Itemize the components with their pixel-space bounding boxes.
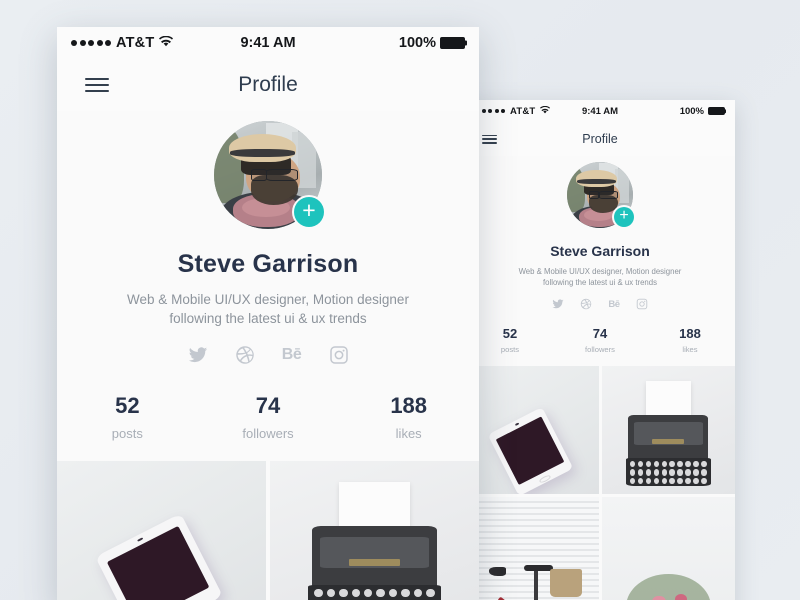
social-links: Bē xyxy=(57,345,479,365)
stat-followers[interactable]: 74 followers xyxy=(198,393,339,441)
profile-name: Steve Garrison xyxy=(550,243,650,259)
photo-typewriter[interactable] xyxy=(270,461,479,600)
status-bar-right: 100% xyxy=(680,106,725,117)
stat-followers[interactable]: 74 followers xyxy=(555,326,645,354)
photo-flowers[interactable] xyxy=(601,497,735,600)
stat-label: followers xyxy=(242,426,294,441)
hamburger-menu-icon[interactable] xyxy=(482,134,497,144)
profile-section: + Steve Garrison Web & Mobile UI/UX desi… xyxy=(465,156,735,366)
page-title: Profile xyxy=(582,132,618,146)
stat-label: likes xyxy=(395,426,422,441)
screenshot-stage: AT&T 9:41 AM 100% Profile + Steve Garris… xyxy=(0,0,800,600)
photo-typewriter[interactable] xyxy=(601,366,735,494)
photo-phone[interactable] xyxy=(57,461,266,600)
carrier-label: AT&T xyxy=(116,35,155,51)
stat-label: posts xyxy=(111,426,143,441)
page-title: Profile xyxy=(238,73,298,96)
stat-value: 74 xyxy=(592,326,608,341)
battery-percentage-label: 100% xyxy=(398,35,436,51)
status-bar: AT&T 9:41 AM 100% xyxy=(465,100,735,122)
instagram-icon[interactable] xyxy=(329,345,349,365)
signal-strength-icon xyxy=(71,40,111,46)
hamburger-menu-icon[interactable] xyxy=(85,78,109,92)
photo-grid xyxy=(465,366,735,600)
carrier-label: AT&T xyxy=(510,105,536,117)
social-links: Bē xyxy=(465,298,735,310)
phone-mockup-primary: AT&T 9:41 AM 100% Profile + Steve Garris… xyxy=(57,27,479,600)
stat-label: likes xyxy=(682,345,698,354)
avatar-wrapper: + xyxy=(214,121,324,229)
battery-full-icon xyxy=(708,107,725,115)
profile-bio: Web & Mobile UI/UX designer, Motion desi… xyxy=(465,266,735,288)
plus-icon: + xyxy=(619,206,629,224)
nav-bar: Profile xyxy=(465,122,735,156)
status-bar: AT&T 9:41 AM 100% xyxy=(57,27,479,59)
status-bar-left: AT&T xyxy=(475,105,551,117)
add-photo-button[interactable]: + xyxy=(294,197,324,227)
plus-icon: + xyxy=(302,197,316,223)
profile-bio-line-2: following the latest ui & ux trends xyxy=(543,278,657,287)
profile-bio-line-1: Web & Mobile UI/UX designer, Motion desi… xyxy=(518,267,682,276)
status-bar-right: 100% xyxy=(399,35,465,51)
dribbble-icon[interactable] xyxy=(580,298,592,310)
photo-bicycle[interactable] xyxy=(465,497,599,600)
nav-bar: Profile xyxy=(57,59,479,111)
instagram-icon[interactable] xyxy=(636,298,648,310)
stat-likes[interactable]: 188 likes xyxy=(645,326,735,354)
behance-icon[interactable]: Bē xyxy=(608,298,620,310)
stat-value: 188 xyxy=(679,326,701,341)
twitter-icon[interactable] xyxy=(552,298,564,310)
avatar-wrapper: + xyxy=(567,162,634,228)
twitter-icon[interactable] xyxy=(188,345,208,365)
profile-section: + Steve Garrison Web & Mobile UI/UX desi… xyxy=(57,111,479,461)
stat-value: 188 xyxy=(390,393,428,418)
profile-name: Steve Garrison xyxy=(177,250,359,278)
stat-value: 52 xyxy=(115,393,140,418)
behance-icon[interactable]: Bē xyxy=(282,345,302,365)
signal-strength-icon xyxy=(475,109,505,113)
dribbble-icon[interactable] xyxy=(235,345,255,365)
profile-bio-line-2: following the latest ui & ux trends xyxy=(169,311,367,326)
photo-phone[interactable] xyxy=(465,366,599,494)
photo-grid xyxy=(57,461,479,600)
stats-row: 52 posts 74 followers 188 likes xyxy=(57,393,479,461)
add-photo-button[interactable]: + xyxy=(614,207,634,227)
profile-bio: Web & Mobile UI/UX designer, Motion desi… xyxy=(57,290,479,328)
profile-bio-line-1: Web & Mobile UI/UX designer, Motion desi… xyxy=(127,292,409,307)
stat-label: followers xyxy=(585,345,615,354)
wifi-icon xyxy=(159,35,174,51)
stat-likes[interactable]: 188 likes xyxy=(338,393,479,441)
stats-row: 52 posts 74 followers 188 likes xyxy=(465,326,735,366)
stat-value: 74 xyxy=(255,393,281,418)
battery-percentage-label: 100% xyxy=(679,105,704,117)
phone-mockup-secondary: AT&T 9:41 AM 100% Profile + Steve Garris… xyxy=(465,100,735,600)
stat-posts[interactable]: 52 posts xyxy=(57,393,198,441)
battery-full-icon xyxy=(440,37,465,49)
wifi-icon xyxy=(540,105,551,117)
status-bar-left: AT&T xyxy=(71,35,174,51)
